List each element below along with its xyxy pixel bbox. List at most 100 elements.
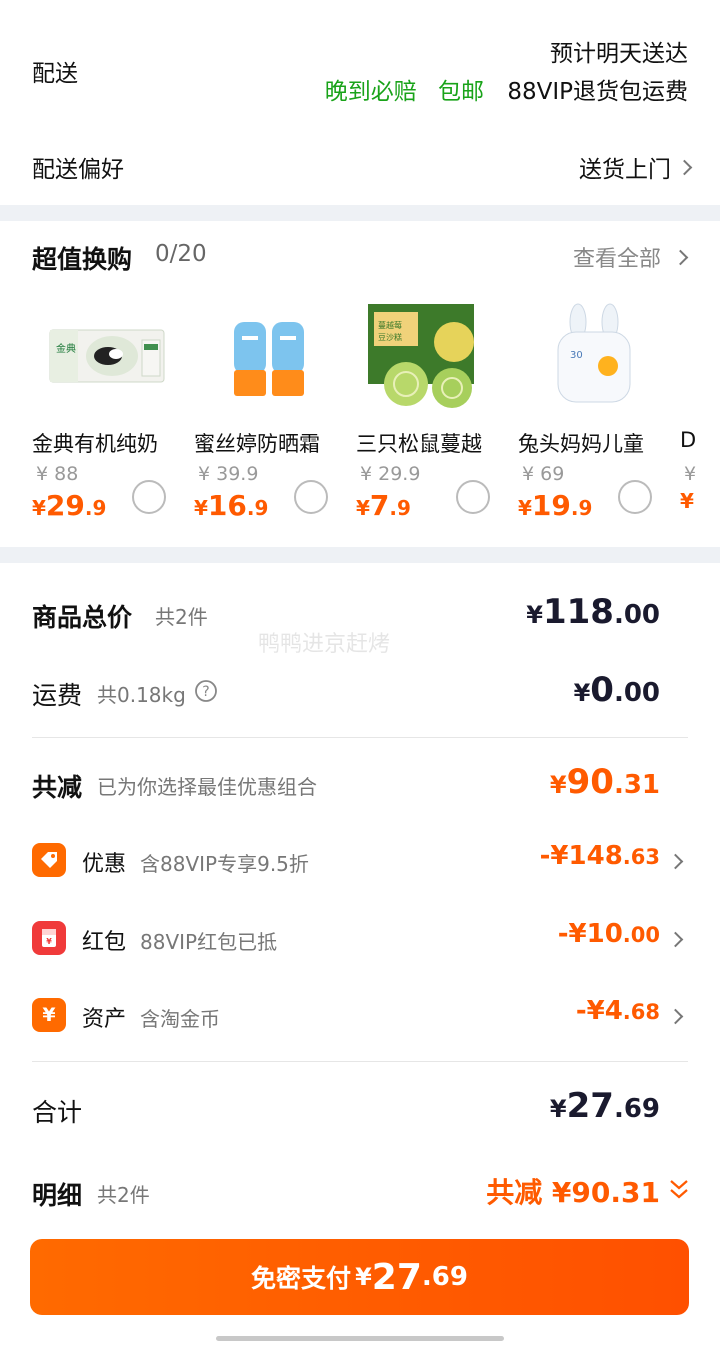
amount-integer: 148 bbox=[568, 841, 623, 871]
delivery-pref-selector[interactable]: 送货上门 bbox=[579, 150, 693, 184]
price-currency: ¥ bbox=[32, 496, 46, 520]
amount-decimal: .63 bbox=[622, 845, 660, 869]
price-decimal: .9 bbox=[570, 496, 593, 520]
product-original-price: ¥ 88 bbox=[36, 463, 79, 485]
select-radio[interactable] bbox=[456, 480, 490, 514]
freight-amount: ¥0.00 bbox=[574, 670, 660, 710]
amount-integer: 4 bbox=[604, 996, 623, 1026]
chevron-right-icon bbox=[667, 931, 684, 948]
select-radio[interactable] bbox=[618, 480, 652, 514]
milk-box-image: 金典 bbox=[49, 329, 165, 383]
chevron-right-icon bbox=[676, 159, 693, 175]
late-compensation-tag: 晚到必赔 bbox=[324, 79, 417, 105]
divider bbox=[32, 737, 688, 738]
discount-note: 含88VIP专享9.5折 bbox=[140, 852, 309, 876]
product-original-price: ¥ 69 bbox=[522, 463, 565, 485]
svg-text:¥: ¥ bbox=[46, 937, 52, 946]
grand-total-amount: ¥27.69 bbox=[550, 1086, 660, 1126]
price-currency: ¥ bbox=[356, 496, 370, 520]
amount-prefix: -¥ bbox=[575, 996, 605, 1026]
select-radio[interactable] bbox=[294, 480, 328, 514]
kids-sunscreen-image: 30 bbox=[557, 303, 631, 403]
pay-integer: 27 bbox=[371, 1256, 422, 1298]
amount-prefix: -¥ bbox=[557, 919, 587, 949]
svg-text:金典: 金典 bbox=[56, 342, 76, 355]
grand-total-label: 合计 bbox=[32, 1098, 83, 1127]
product-price: ¥16.9 bbox=[194, 489, 268, 522]
section-divider bbox=[0, 205, 720, 221]
amount-integer: 10 bbox=[586, 919, 623, 949]
svg-text:?: ? bbox=[202, 684, 209, 700]
detail-toggle[interactable]: 共减 ¥90.31 bbox=[486, 1171, 660, 1211]
amount-currency: ¥ bbox=[526, 601, 543, 629]
discount-amount: -¥148.63 bbox=[540, 841, 660, 871]
pay-button[interactable]: 免密支付 ¥ 27 .69 bbox=[30, 1239, 689, 1315]
amount-currency: ¥ bbox=[573, 679, 591, 707]
detail-count: 共2件 bbox=[97, 1183, 150, 1207]
red-packet-label: 红包 bbox=[82, 930, 127, 955]
exchange-product-partial[interactable]: D ¥ ¥ bbox=[680, 300, 720, 530]
exchange-title: 超值换购 bbox=[32, 245, 133, 274]
amount-integer: 0 bbox=[590, 670, 614, 710]
price-currency: ¥ bbox=[680, 489, 694, 513]
assets-amount: -¥4.68 bbox=[576, 996, 660, 1026]
tag-icon bbox=[32, 843, 66, 877]
home-indicator[interactable] bbox=[216, 1336, 504, 1341]
amount-currency: ¥ bbox=[549, 1095, 567, 1123]
product-price: ¥29.9 bbox=[32, 489, 106, 522]
watermark: 鸭鸭进京赶烤 bbox=[258, 632, 391, 657]
product-name: 蜜丝婷防晒霜 bbox=[194, 432, 320, 456]
product-name: 三只松鼠蔓越 bbox=[356, 432, 482, 456]
amount-decimal: .31 bbox=[613, 770, 660, 800]
price-integer: 29 bbox=[45, 489, 85, 522]
amount-decimal: .69 bbox=[613, 1094, 660, 1124]
price-integer: 16 bbox=[207, 489, 247, 522]
double-chevron-down-icon[interactable] bbox=[668, 1177, 690, 1203]
product-price: ¥ bbox=[680, 489, 694, 513]
total-reduction-note: 已为你选择最佳优惠组合 bbox=[97, 775, 317, 799]
view-all-label: 查看全部 bbox=[572, 247, 661, 272]
help-icon[interactable]: ? bbox=[194, 679, 218, 703]
total-reduction-label: 共减 bbox=[32, 773, 83, 802]
sunscreen-image bbox=[234, 322, 304, 396]
product-name: 兔头妈妈儿童 bbox=[518, 432, 644, 456]
freight-label: 运费 bbox=[32, 681, 83, 710]
amount-prefix: -¥ bbox=[539, 841, 569, 871]
amount-integer: 90 bbox=[566, 762, 614, 802]
coin-icon: ¥ bbox=[32, 998, 66, 1032]
amount-integer: 118 bbox=[542, 592, 614, 632]
exchange-product[interactable]: 金典 金典有机纯奶 ¥ 88 ¥29.9 bbox=[32, 300, 182, 530]
svg-text:蔓越莓: 蔓越莓 bbox=[378, 320, 402, 330]
amount-integer: 27 bbox=[566, 1086, 614, 1126]
amount-decimal: .00 bbox=[622, 923, 660, 947]
red-packet-note: 88VIP红包已抵 bbox=[140, 930, 278, 954]
product-name: 金典有机纯奶 bbox=[32, 432, 158, 456]
product-price: ¥19.9 bbox=[518, 489, 592, 522]
price-currency: ¥ bbox=[194, 496, 208, 520]
delivery-tags: 晚到必赔 包邮 88VIP退货包运费 bbox=[311, 72, 688, 106]
delivery-eta: 预计明天送达 bbox=[550, 41, 688, 67]
exchange-product[interactable]: 蔓越莓 豆沙糕 三只松鼠蔓越 ¥ 29.9 ¥7.9 bbox=[356, 300, 506, 530]
pay-decimal: .69 bbox=[421, 1262, 468, 1292]
price-currency: ¥ bbox=[518, 496, 532, 520]
product-original-price: ¥ 29.9 bbox=[360, 463, 421, 485]
pay-currency: ¥ bbox=[355, 1263, 372, 1291]
chevron-right-icon bbox=[667, 853, 684, 870]
amount-decimal: .00 bbox=[613, 600, 660, 630]
exchange-product[interactable]: 蜜丝婷防晒霜 ¥ 39.9 ¥16.9 bbox=[194, 300, 344, 530]
assets-label: 资产 bbox=[82, 1007, 127, 1032]
view-all-link[interactable]: 查看全部 bbox=[572, 241, 689, 273]
product-original-price: ¥ bbox=[684, 463, 697, 485]
goods-total-label: 商品总价 bbox=[32, 603, 133, 632]
price-integer: 7 bbox=[369, 489, 390, 522]
red-packet-icon: ¥ bbox=[32, 921, 66, 955]
delivery-label: 配送 bbox=[32, 61, 78, 87]
exchange-count: 0/20 bbox=[155, 241, 207, 267]
chevron-right-icon bbox=[667, 1008, 684, 1025]
freight-weight: 共0.18kg bbox=[97, 683, 186, 707]
select-radio[interactable] bbox=[132, 480, 166, 514]
exchange-product[interactable]: 30 兔头妈妈儿童 ¥ 69 ¥19.9 bbox=[518, 300, 668, 530]
assets-note: 含淘金币 bbox=[140, 1007, 220, 1031]
red-packet-amount: -¥10.00 bbox=[558, 919, 660, 949]
detail-label: 明细 bbox=[32, 1181, 83, 1210]
